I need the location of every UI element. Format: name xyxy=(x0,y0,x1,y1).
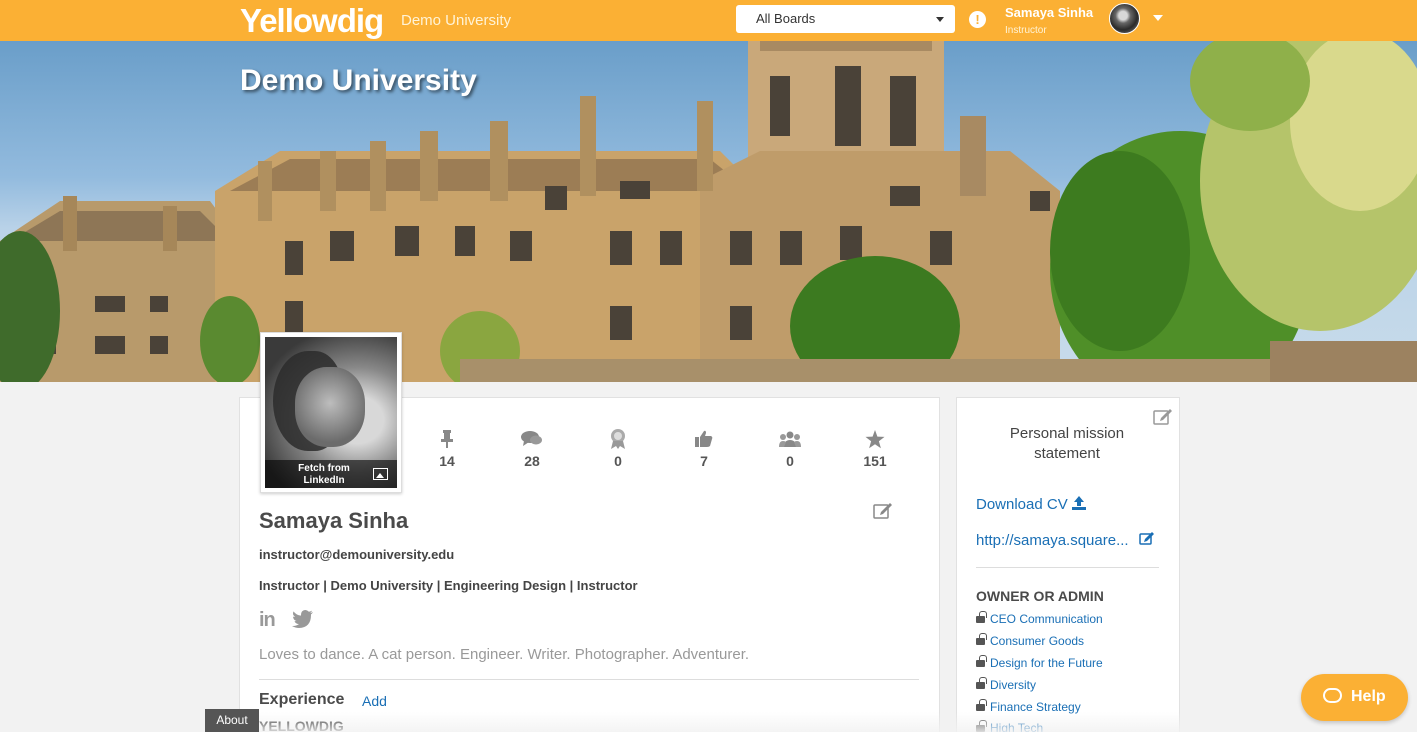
comments-icon xyxy=(521,431,542,446)
about-button[interactable]: About xyxy=(205,709,259,732)
board-link-label: Consumer Goods xyxy=(990,634,1085,648)
stat-value: 7 xyxy=(700,453,708,469)
stat-badges[interactable]: 0 xyxy=(588,428,648,469)
badge-icon xyxy=(611,429,625,449)
board-link-label: Diversity xyxy=(990,678,1037,692)
group-icon xyxy=(779,431,801,447)
website-label: http://samaya.square... xyxy=(976,532,1129,549)
edit-profile-icon[interactable] xyxy=(873,502,893,519)
stat-connections[interactable]: 0 xyxy=(760,428,820,469)
upload-icon xyxy=(1071,496,1086,510)
divider xyxy=(259,679,919,680)
campus-illustration xyxy=(0,41,1417,382)
banner-title: Demo University xyxy=(240,64,477,97)
stat-value: 151 xyxy=(863,453,887,469)
add-experience-link[interactable]: Add xyxy=(362,693,387,709)
top-bar: Yellowdig Demo University All Boards ! S… xyxy=(0,0,1417,41)
website-link[interactable]: http://samaya.square... xyxy=(976,531,1155,549)
yellowdig-logo[interactable]: Yellowdig xyxy=(240,2,384,40)
unlock-icon xyxy=(976,720,987,732)
unlock-icon xyxy=(976,655,987,667)
owner-admin-heading: OWNER OR ADMIN xyxy=(976,588,1104,604)
stat-comments[interactable]: 28 xyxy=(502,428,562,469)
user-role: Instructor xyxy=(1005,25,1047,36)
profile-photo[interactable]: Fetch from LinkedIn xyxy=(260,332,402,493)
download-cv-link[interactable]: Download CV xyxy=(976,496,1086,513)
profile-photo-image: Fetch from LinkedIn xyxy=(265,337,397,488)
stat-value: 0 xyxy=(786,453,794,469)
org-name[interactable]: Demo University xyxy=(401,12,511,29)
stat-value: 28 xyxy=(524,453,540,469)
divider xyxy=(976,567,1159,568)
download-cv-label: Download CV xyxy=(976,496,1068,513)
unlock-icon xyxy=(976,611,987,623)
experience-org: YELLOWDIG xyxy=(259,718,344,732)
stat-pins[interactable]: 14 xyxy=(417,428,477,469)
stat-likes[interactable]: 7 xyxy=(674,428,734,469)
fetch-linkedin-button[interactable]: Fetch from LinkedIn xyxy=(265,460,397,488)
board-link[interactable]: CEO Communication xyxy=(976,611,1103,626)
stat-value: 0 xyxy=(614,453,622,469)
unlock-icon xyxy=(976,699,987,711)
board-link-label: High Tech xyxy=(990,721,1044,732)
caret-down-icon xyxy=(936,17,944,22)
edit-mission-icon[interactable] xyxy=(1153,408,1173,425)
edit-website-icon[interactable] xyxy=(1139,531,1155,545)
chat-bubble-icon xyxy=(1323,688,1342,703)
profile-email: instructor@demouniversity.edu xyxy=(259,547,455,562)
user-avatar[interactable] xyxy=(1109,3,1140,34)
board-link-label: Design for the Future xyxy=(990,656,1103,670)
profile-bio: Loves to dance. A cat person. Engineer. … xyxy=(259,646,750,663)
star-icon xyxy=(865,429,885,448)
cover-banner: Demo University xyxy=(0,41,1417,382)
board-link[interactable]: Consumer Goods xyxy=(976,633,1085,648)
profile-name: Samaya Sinha xyxy=(259,508,409,533)
unlock-icon xyxy=(976,677,987,689)
fetch-linkedin-label: Fetch from LinkedIn xyxy=(298,463,350,486)
stat-points[interactable]: 151 xyxy=(845,428,905,469)
profile-meta: Instructor | Demo University | Engineeri… xyxy=(259,578,638,593)
thumbs-up-icon xyxy=(695,430,713,447)
image-icon[interactable] xyxy=(373,468,388,480)
unlock-icon xyxy=(976,633,987,645)
board-link-label: CEO Communication xyxy=(990,612,1103,626)
board-link[interactable]: Design for the Future xyxy=(976,655,1103,670)
experience-heading: Experience xyxy=(259,691,345,708)
user-name[interactable]: Samaya Sinha xyxy=(1005,5,1093,20)
board-select[interactable]: All Boards xyxy=(736,5,955,33)
twitter-icon[interactable] xyxy=(292,610,314,628)
board-link[interactable]: Diversity xyxy=(976,677,1037,692)
board-select-value: All Boards xyxy=(756,11,816,26)
mission-statement: Personal mission statement xyxy=(1009,425,1125,462)
pin-icon xyxy=(441,430,453,448)
stat-value: 14 xyxy=(439,453,455,469)
exclamation-circle-icon[interactable]: ! xyxy=(969,11,986,28)
board-link[interactable]: Finance Strategy xyxy=(976,699,1081,714)
caret-down-icon[interactable] xyxy=(1153,15,1163,21)
help-button[interactable]: Help xyxy=(1301,674,1408,721)
board-link-label: Finance Strategy xyxy=(990,700,1081,714)
help-label: Help xyxy=(1351,688,1386,705)
linkedin-icon[interactable]: in xyxy=(259,609,276,632)
board-link[interactable]: High Tech xyxy=(976,720,1044,732)
